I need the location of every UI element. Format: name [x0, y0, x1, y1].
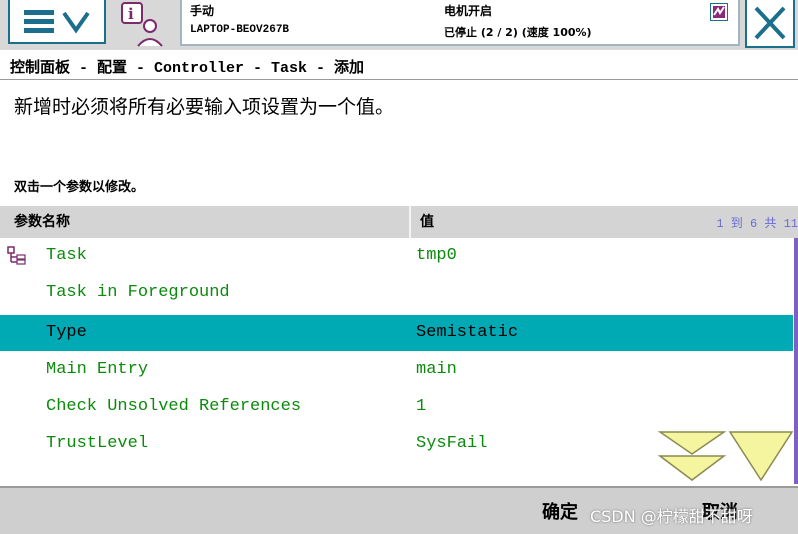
param-name: Task [46, 246, 87, 265]
scroll-page-down-button[interactable] [657, 430, 728, 482]
operation-mode: 手动 [190, 4, 215, 18]
table-row[interactable]: Main Entry main [0, 352, 793, 388]
param-value: main [416, 360, 457, 379]
column-divider[interactable] [409, 206, 411, 238]
param-value: tmp0 [416, 246, 457, 265]
param-value: 1 [416, 397, 427, 416]
param-name: Check Unsolved References [46, 397, 302, 416]
chevron-down-icon [728, 431, 794, 482]
table-row[interactable]: Task tmp0 [0, 238, 793, 274]
row-count: 1 到 6 共 11 [716, 217, 798, 231]
param-name: Main Entry [46, 360, 149, 379]
svg-text:i: i [128, 5, 134, 23]
info-person-icon: i [121, 2, 163, 47]
double-chevron-down-icon [657, 431, 727, 481]
motor-state: 电机开启 [444, 4, 493, 18]
close-icon [754, 6, 786, 40]
column-header-name: 参数名称 [14, 214, 70, 230]
table-row[interactable]: Task in Foreground [0, 275, 793, 311]
scroll-down-button[interactable] [728, 430, 794, 482]
hint-text: 双击一个参数以修改。 [14, 180, 145, 195]
table-row[interactable]: Check Unsolved References 1 [0, 389, 793, 425]
watermark: CSDN @柠檬甜不甜呀 [590, 507, 753, 526]
close-button[interactable] [745, 0, 795, 48]
chevron-down-icon [62, 11, 90, 34]
param-name: Task in Foreground [46, 283, 230, 302]
status-info-button[interactable]: i [118, 0, 170, 48]
breadcrumb: 控制面板 - 配置 - Controller - Task - 添加 [0, 52, 798, 80]
status-panel[interactable]: 手动 LAPTOP-BEOV267B 电机开启 已停止 (2 / 2) (速度 … [180, 0, 740, 46]
run-state: 已停止 (2 / 2) (速度 100%) [444, 26, 592, 39]
param-value: Semistatic [416, 323, 519, 342]
signal-icon [709, 2, 729, 22]
table-header: 参数名称 值 1 到 6 共 11 [0, 206, 798, 238]
hamburger-menu-icon [24, 10, 90, 34]
column-header-value: 值 [420, 214, 434, 230]
main-menu-button[interactable] [8, 0, 106, 44]
task-structure-icon [7, 246, 27, 266]
table-row-selected[interactable]: Type Semistatic [0, 315, 793, 351]
param-value: SysFail [416, 434, 488, 453]
param-name: TrustLevel [46, 434, 149, 453]
controller-name: LAPTOP-BEOV267B [190, 24, 290, 36]
breadcrumb-path: 控制面板 - 配置 - Controller - Task - 添加 [10, 60, 365, 77]
top-bar: i 手动 LAPTOP-BEOV267B 电机开启 已停止 (2 / 2) (速… [0, 0, 798, 50]
param-name: Type [46, 323, 87, 342]
instruction-message: 新增时必须将所有必要输入项设置为一个值。 [14, 96, 395, 118]
ok-button-label: 确定 [542, 502, 578, 523]
scrollbar[interactable] [794, 238, 798, 484]
